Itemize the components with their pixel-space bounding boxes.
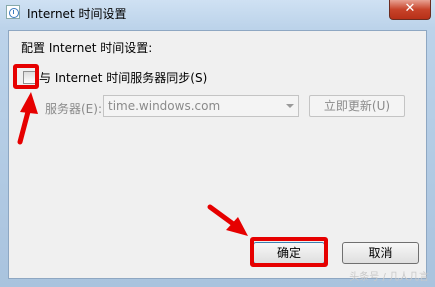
server-label: 服务器(E): xyxy=(45,102,102,116)
chevron-down-icon[interactable] xyxy=(286,104,294,108)
settings-prompt: 配置 Internet 时间设置: xyxy=(21,41,153,55)
watermark: 头条号 / 几人几言 xyxy=(349,272,429,283)
title-bar[interactable]: Internet 时间设置 ✕ xyxy=(0,0,435,26)
clock-icon xyxy=(6,5,20,19)
checkbox-highlight-box xyxy=(13,64,39,89)
update-now-button[interactable]: 立即更新(U) xyxy=(309,95,405,117)
server-value: time.windows.com xyxy=(108,99,221,113)
dialog-content: 配置 Internet 时间设置: 与 Internet 时间服务器同步(S) … xyxy=(8,30,427,279)
close-button[interactable]: ✕ xyxy=(389,0,431,20)
window-title: Internet 时间设置 xyxy=(27,7,127,21)
cancel-button[interactable]: 取消 xyxy=(342,242,419,264)
server-select[interactable]: time.windows.com xyxy=(103,95,299,117)
internet-time-settings-dialog: Internet 时间设置 ✕ 配置 Internet 时间设置: 与 Inte… xyxy=(0,0,435,287)
ok-highlight-box xyxy=(250,237,328,267)
sync-checkbox-label[interactable]: 与 Internet 时间服务器同步(S) xyxy=(39,69,207,86)
